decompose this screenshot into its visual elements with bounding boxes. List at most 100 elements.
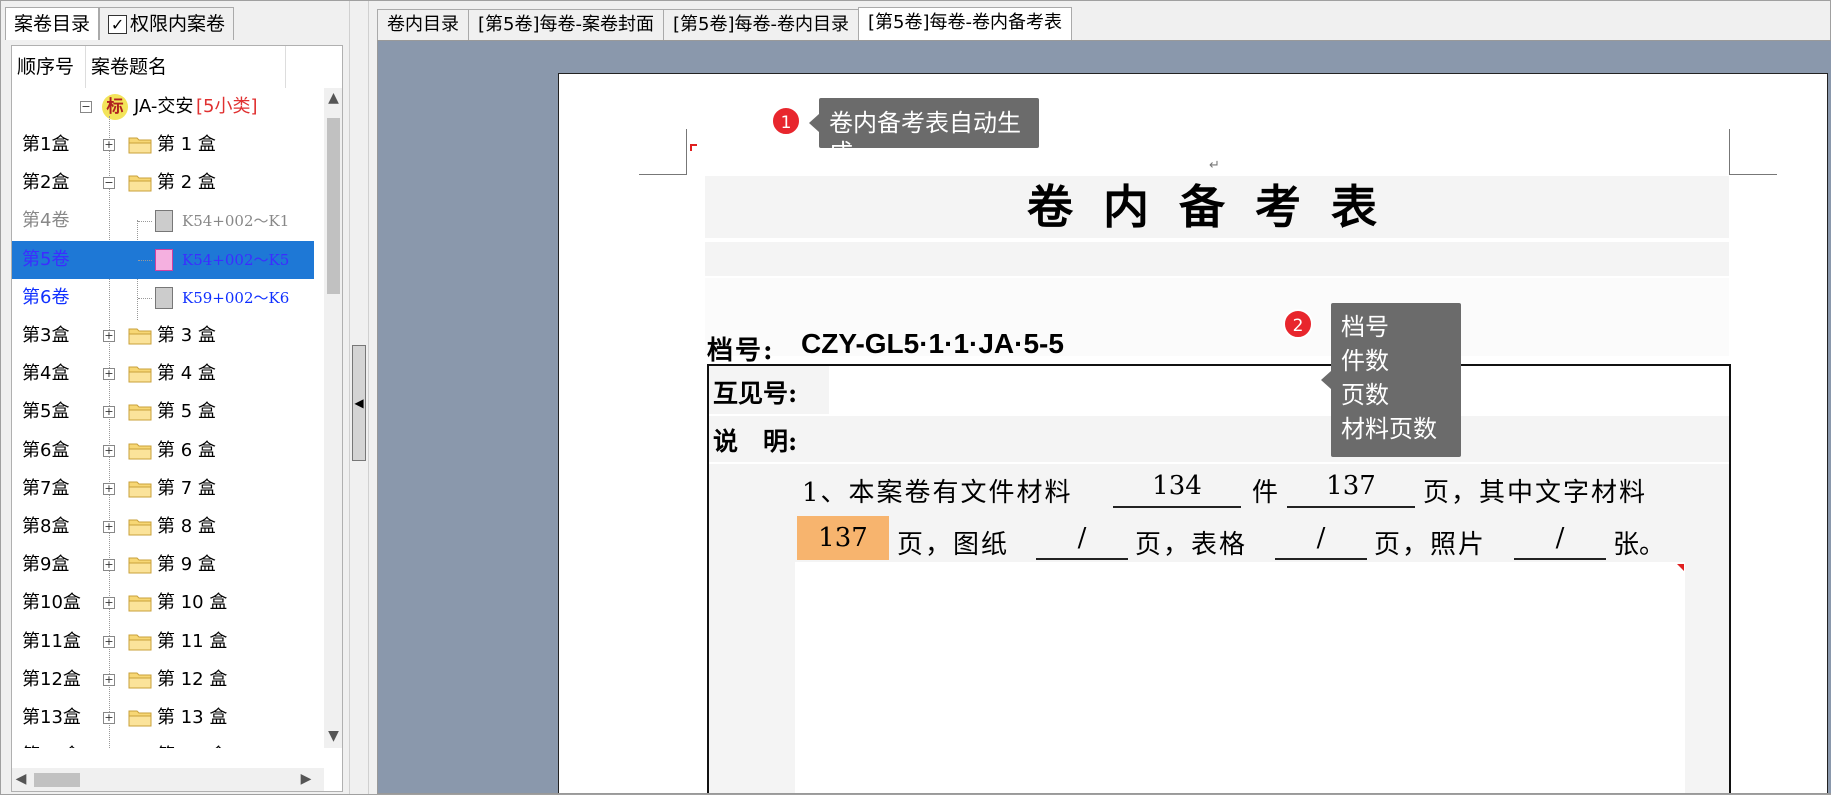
volume-tree: 顺序号 案卷题名 − 标 JA-交安 [5小类] 第1盒 + 第 1 盒第2盒 − 第 … bbox=[11, 45, 343, 792]
tree-row-box[interactable]: 第3盒 + 第 3 盒 bbox=[12, 317, 314, 355]
margin-shading bbox=[709, 464, 795, 793]
expand-toggle-icon[interactable]: + bbox=[103, 444, 115, 457]
tree-row-box[interactable]: 第7盒 + 第 7 盒 bbox=[12, 470, 314, 508]
scroll-thumb[interactable] bbox=[327, 118, 340, 294]
folder-icon bbox=[128, 366, 152, 383]
scroll-left-icon[interactable]: ◀ bbox=[12, 771, 30, 787]
expand-toggle-icon[interactable]: + bbox=[103, 673, 115, 686]
row-title: 第 14 盒 bbox=[157, 737, 227, 748]
tree-row-box[interactable]: 第11盒 + 第 11 盒 bbox=[12, 623, 314, 661]
annotation-callout-1: 卷内备考表自动生成 bbox=[809, 98, 1039, 167]
tree-header: 顺序号 案卷题名 bbox=[12, 46, 324, 88]
tree-row-box[interactable]: 第10盒 + 第 10 盒 bbox=[12, 584, 314, 622]
expand-toggle-icon[interactable]: + bbox=[103, 368, 115, 381]
panel-splitter[interactable]: ◀ bbox=[349, 1, 369, 794]
annotation-text: 材料页数 bbox=[1341, 415, 1437, 443]
tree-row-box[interactable]: 第1盒 + 第 1 盒 bbox=[12, 126, 314, 164]
scroll-down-icon[interactable]: ▼ bbox=[324, 728, 342, 744]
margin-mark bbox=[1677, 564, 1684, 571]
column-header-title[interactable]: 案卷题名 bbox=[86, 46, 286, 88]
tree-row-box[interactable]: 第8盒 + 第 8 盒 bbox=[12, 508, 314, 546]
tree-row-box[interactable]: 第2盒 − 第 2 盒 bbox=[12, 164, 314, 202]
tree-row-volume[interactable]: 第4卷 K54+002～K1 bbox=[12, 202, 314, 240]
column-header-seq[interactable]: 顺序号 bbox=[12, 46, 86, 88]
tree-rows: − 标 JA-交安 [5小类] 第1盒 + 第 1 盒第2盒 − 第 2 盒第4卷 K54… bbox=[12, 88, 314, 748]
permitted-volumes-checkbox[interactable]: ✓ bbox=[108, 14, 128, 34]
tree-root-row[interactable]: − 标 JA-交安 [5小类] bbox=[12, 88, 314, 126]
tab-volume-remarks[interactable]: [第5卷]每卷-卷内备考表 bbox=[858, 7, 1072, 40]
paragraph-mark: ↵ bbox=[1209, 158, 1220, 173]
text-material-pages-field[interactable]: 137 bbox=[797, 516, 889, 560]
row-title: 第 5 盒 bbox=[157, 401, 216, 423]
annotation-text: 件数 bbox=[1341, 347, 1389, 375]
tree-vertical-scrollbar[interactable]: ▲ ▼ bbox=[324, 88, 342, 748]
tree-row-box[interactable]: 第6盒 + 第 6 盒 bbox=[12, 432, 314, 470]
tab-inner-catalog[interactable]: 卷内目录 bbox=[377, 9, 469, 40]
collapse-toggle-icon[interactable]: − bbox=[80, 101, 92, 113]
expand-toggle-icon[interactable]: + bbox=[103, 597, 115, 610]
row-title: 第 6 盒 bbox=[157, 439, 216, 461]
expand-toggle-icon[interactable]: + bbox=[103, 712, 115, 724]
tree-row-box[interactable]: 第9盒 + 第 9 盒 bbox=[12, 546, 314, 584]
photos-field[interactable]: / bbox=[1514, 516, 1606, 560]
collapse-panel-button[interactable]: ◀ bbox=[352, 345, 366, 461]
tree-row-volume[interactable]: 第5卷 K54+002～K5 bbox=[12, 240, 314, 279]
row-seq: 第14盒 bbox=[22, 737, 81, 748]
expand-toggle-icon[interactable]: + bbox=[103, 559, 115, 572]
row-seq: 第13盒 bbox=[22, 707, 81, 728]
expand-toggle-icon[interactable]: + bbox=[103, 521, 115, 533]
collapse-toggle-icon[interactable]: − bbox=[103, 177, 115, 190]
expand-toggle-icon[interactable]: + bbox=[103, 406, 115, 419]
photos-unit-label: 张。 bbox=[1613, 530, 1666, 560]
row-title: K59+002～K6 bbox=[182, 288, 290, 307]
expand-toggle-icon[interactable]: + bbox=[103, 330, 115, 342]
tree-row-box[interactable]: 第4盒 + 第 4 盒 bbox=[12, 355, 314, 393]
tables-label: 页，表格 bbox=[1135, 530, 1248, 560]
row-seq: 第6盒 bbox=[22, 439, 70, 461]
folder-icon bbox=[128, 746, 152, 748]
item-count-field[interactable]: 134 bbox=[1113, 464, 1241, 508]
badge-icon: 标 bbox=[102, 94, 128, 120]
folder-icon bbox=[128, 481, 152, 498]
document-viewer[interactable]: ↵ 卷内备考表 档号: CZY-GL5·1·1·JA·5-5 互见号: ↵ 说 … bbox=[377, 40, 1831, 794]
tree-horizontal-scrollbar[interactable]: ◀ ▶ bbox=[12, 768, 324, 791]
cross-ref-field[interactable] bbox=[829, 366, 1729, 414]
tree-row-box[interactable]: 第12盒 + 第 12 盒 bbox=[12, 661, 314, 699]
row-title: 第 2 盒 bbox=[157, 172, 216, 194]
root-title: JA-交安 bbox=[134, 96, 194, 117]
expand-toggle-icon[interactable]: + bbox=[103, 482, 115, 495]
scroll-up-icon[interactable]: ▲ bbox=[324, 90, 342, 106]
expand-toggle-icon[interactable]: + bbox=[103, 139, 115, 151]
left-tab-strip: 案卷目录 ✓ 权限内案卷 bbox=[5, 7, 235, 40]
row-seq: 第12盒 bbox=[22, 668, 81, 690]
row-title: 第 3 盒 bbox=[157, 325, 216, 346]
archive-number-value[interactable]: CZY-GL5·1·1·JA·5-5 bbox=[801, 328, 1064, 360]
row-seq: 第10盒 bbox=[22, 592, 81, 614]
tab-volume-cover[interactable]: [第5卷]每卷-案卷封面 bbox=[468, 9, 664, 40]
page-count-field[interactable]: 137 bbox=[1287, 464, 1415, 508]
expand-toggle-icon[interactable]: + bbox=[103, 635, 115, 648]
left-panel: 案卷目录 ✓ 权限内案卷 顺序号 案卷题名 − 标 JA-交安 [5小类] 第1… bbox=[1, 1, 351, 794]
scroll-right-icon[interactable]: ▶ bbox=[297, 771, 315, 787]
tab-permitted-volumes[interactable]: ✓ 权限内案卷 bbox=[99, 7, 235, 40]
scroll-thumb[interactable] bbox=[34, 773, 80, 787]
drawings-field[interactable]: / bbox=[1036, 516, 1128, 560]
tree-row-box[interactable]: 第13盒 + 第 13 盒 bbox=[12, 699, 314, 737]
tree-row-volume[interactable]: 第6卷 K59+002～K6 bbox=[12, 279, 314, 317]
tree-row-box[interactable]: 第14盒+第 14 盒 bbox=[12, 737, 314, 748]
annotation-text: 页数 bbox=[1341, 381, 1389, 409]
tab-volume-inner-catalog[interactable]: [第5卷]每卷-卷内目录 bbox=[663, 9, 859, 40]
crop-mark bbox=[1729, 129, 1730, 175]
root-subcategory-count: [5小类] bbox=[196, 96, 258, 117]
title-spacer-shading bbox=[705, 242, 1729, 276]
folder-icon bbox=[128, 443, 152, 460]
cross-ref-label: 互见号: bbox=[713, 379, 798, 408]
tables-field[interactable]: / bbox=[1275, 516, 1367, 560]
row-title: 第 11 盒 bbox=[157, 630, 228, 652]
crop-mark bbox=[1729, 174, 1777, 175]
row-seq: 第1盒 bbox=[22, 134, 70, 155]
row-title: 第 12 盒 bbox=[157, 668, 228, 690]
tree-row-box[interactable]: 第5盒 + 第 5 盒 bbox=[12, 393, 314, 431]
archive-number-label: 档号: bbox=[707, 336, 775, 366]
tab-volume-catalog[interactable]: 案卷目录 bbox=[5, 7, 100, 40]
